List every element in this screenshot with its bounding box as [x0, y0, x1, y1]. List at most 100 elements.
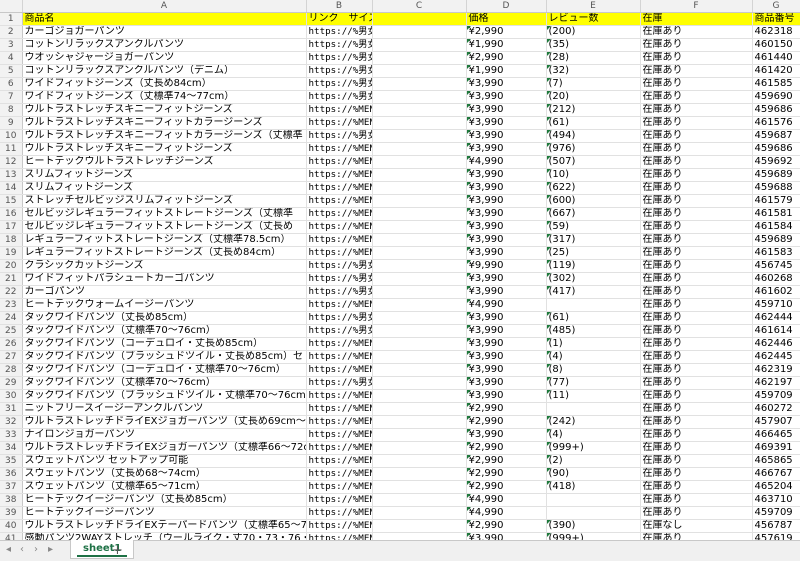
column-header[interactable]: E [546, 0, 641, 13]
cell[interactable]: 463710 [752, 493, 800, 507]
cell[interactable]: 469391 [752, 441, 800, 455]
row-number[interactable]: 29 [0, 376, 23, 390]
cell[interactable]: 在庫あり [640, 90, 753, 104]
cell[interactable] [372, 506, 467, 520]
cell[interactable]: 在庫あり [640, 480, 753, 494]
cell[interactable]: https://%MEN, 27-46 [306, 155, 373, 169]
cell[interactable]: 461585 [752, 77, 800, 91]
cell[interactable]: ¥9,990 [466, 259, 547, 273]
cell[interactable]: 460272 [752, 402, 800, 416]
cell[interactable]: ニットフリースイージーアンクルパンツ [22, 402, 307, 416]
cell[interactable]: ¥3,990 [466, 376, 547, 390]
cell[interactable]: https://%MEN, XS-XXL [306, 454, 373, 468]
cell[interactable]: (242) [546, 415, 641, 429]
prev-sheet-icon[interactable]: ‹ [20, 544, 24, 555]
header-cell[interactable] [372, 12, 467, 26]
cell[interactable]: 461583 [752, 246, 800, 260]
cell[interactable]: 在庫なし [640, 519, 753, 533]
cell[interactable]: ¥3,990 [466, 233, 547, 247]
cell[interactable]: 在庫あり [640, 272, 753, 286]
cell[interactable]: https://%男女兼用, XS-4XL [306, 51, 373, 65]
cell[interactable]: 在庫あり [640, 194, 753, 208]
cell[interactable]: https://%MEN, XS-4XL [306, 350, 373, 364]
cell[interactable]: タックワイドパンツ（コーデュロイ・丈標準70～76cm） [22, 363, 307, 377]
cell[interactable]: https://%MEN, 27-46 [306, 207, 373, 221]
cell[interactable] [372, 129, 467, 143]
cell[interactable] [546, 298, 641, 312]
add-sheet-icon[interactable]: + [112, 543, 123, 558]
cell[interactable] [546, 493, 641, 507]
cell[interactable]: 459709 [752, 389, 800, 403]
cell[interactable]: https://%MEN, 27-46 [306, 194, 373, 208]
cell[interactable] [372, 415, 467, 429]
cell[interactable] [372, 155, 467, 169]
column-header[interactable]: A [22, 0, 307, 13]
cell[interactable]: 在庫あり [640, 51, 753, 65]
cell[interactable]: (90) [546, 467, 641, 481]
cell[interactable]: ¥3,990 [466, 363, 547, 377]
cell[interactable]: https://%男女兼用, XS-4XL [306, 64, 373, 78]
cell[interactable]: (32) [546, 64, 641, 78]
row-number[interactable]: 24 [0, 311, 23, 325]
row-number[interactable]: 15 [0, 194, 23, 208]
cell[interactable] [372, 311, 467, 325]
cell[interactable]: ¥2,990 [466, 454, 547, 468]
cell[interactable]: https://%男女兼用, 27-46 [306, 90, 373, 104]
cell[interactable]: 在庫あり [640, 155, 753, 169]
row-number[interactable]: 14 [0, 181, 23, 195]
cell[interactable] [372, 64, 467, 78]
cell[interactable]: 461581 [752, 207, 800, 221]
cell[interactable]: 在庫あり [640, 259, 753, 273]
cell[interactable]: 459687 [752, 129, 800, 143]
cell[interactable]: 在庫あり [640, 467, 753, 481]
cell[interactable]: https://%MEN, 27-46 [306, 233, 373, 247]
cell[interactable]: 在庫あり [640, 428, 753, 442]
cell[interactable]: ¥3,990 [466, 90, 547, 104]
cell[interactable]: 在庫あり [640, 363, 753, 377]
row-number[interactable]: 25 [0, 324, 23, 338]
row-number[interactable]: 28 [0, 363, 23, 377]
row-number[interactable]: 23 [0, 298, 23, 312]
cell[interactable]: ¥4,990 [466, 506, 547, 520]
header-cell[interactable]: 商品番号 [752, 12, 800, 26]
cell[interactable]: https://%男女兼用, 29-33 [306, 259, 373, 273]
cell[interactable]: 465204 [752, 480, 800, 494]
cell[interactable]: 459686 [752, 142, 800, 156]
cell[interactable]: 462319 [752, 363, 800, 377]
row-number[interactable]: 7 [0, 90, 23, 104]
cell[interactable]: ワイドフィットジーンズ（丈標準74～77cm） [22, 90, 307, 104]
cell[interactable] [372, 103, 467, 117]
row-number[interactable]: 20 [0, 259, 23, 273]
cell[interactable] [546, 402, 641, 416]
column-header[interactable]: B [306, 0, 373, 13]
cell[interactable]: https://%MEN, 27-44 [306, 103, 373, 117]
cell[interactable]: (8) [546, 363, 641, 377]
cell[interactable]: ¥3,990 [466, 311, 547, 325]
cell[interactable]: 462445 [752, 350, 800, 364]
row-number[interactable]: 11 [0, 142, 23, 156]
cell[interactable]: 在庫あり [640, 168, 753, 182]
cell[interactable]: 在庫あり [640, 506, 753, 520]
row-number[interactable]: 39 [0, 506, 23, 520]
cell[interactable]: 在庫あり [640, 285, 753, 299]
cell[interactable]: コットンリラックスアンクルパンツ [22, 38, 307, 52]
cell[interactable]: 在庫あり [640, 129, 753, 143]
row-number[interactable]: 22 [0, 285, 23, 299]
cell[interactable]: (25) [546, 246, 641, 260]
cell[interactable]: ¥3,990 [466, 389, 547, 403]
cell[interactable] [372, 51, 467, 65]
cell[interactable]: 459689 [752, 168, 800, 182]
cell[interactable]: レギュラーフィットストレートジーンズ（丈標準78.5cm） [22, 233, 307, 247]
cell[interactable]: ¥3,990 [466, 77, 547, 91]
cell[interactable]: 462318 [752, 25, 800, 39]
cell[interactable]: (485) [546, 324, 641, 338]
row-number[interactable]: 38 [0, 493, 23, 507]
cell[interactable]: 在庫あり [640, 415, 753, 429]
cell[interactable]: ¥1,990 [466, 64, 547, 78]
cell[interactable]: ¥3,990 [466, 428, 547, 442]
cell[interactable]: (667) [546, 207, 641, 221]
cell[interactable]: 459692 [752, 155, 800, 169]
cell[interactable]: (61) [546, 311, 641, 325]
cell[interactable]: 459690 [752, 90, 800, 104]
cell[interactable] [372, 142, 467, 156]
